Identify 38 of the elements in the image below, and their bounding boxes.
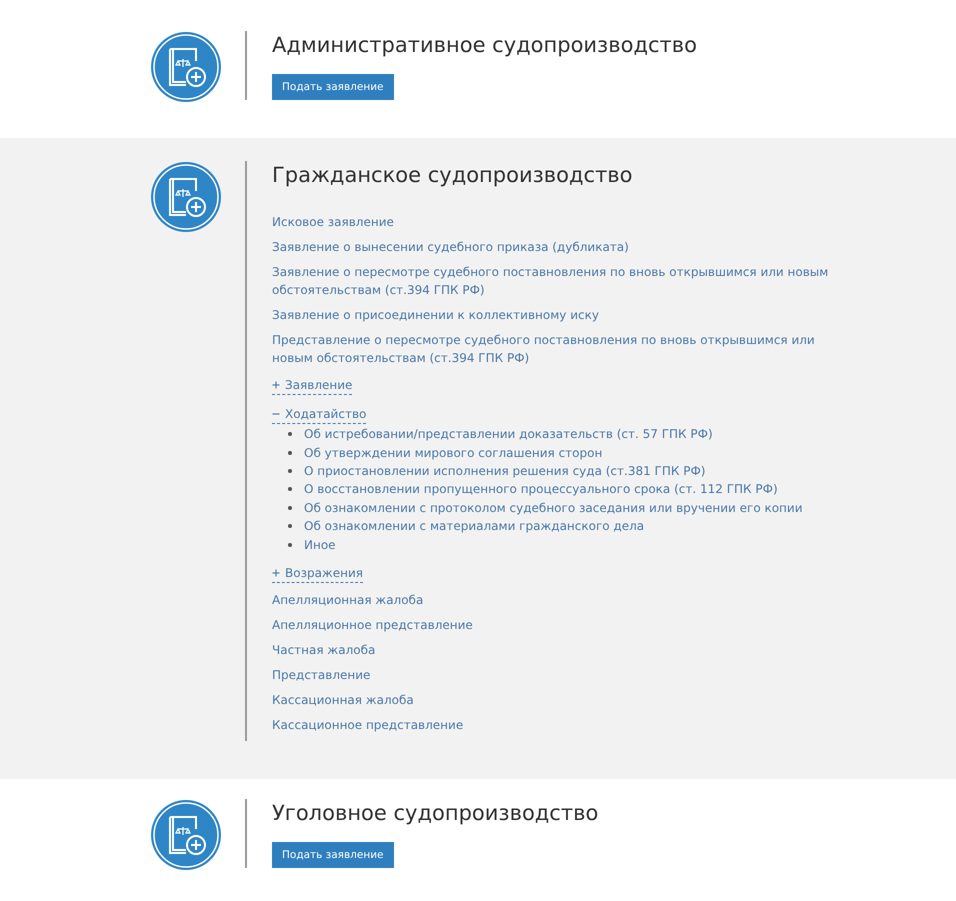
document-link[interactable]: Об ознакомлении с протоколом судебного заседания или вручении его копии	[304, 500, 803, 515]
document-link[interactable]: Представление	[272, 666, 370, 684]
bullet-icon	[288, 450, 292, 455]
document-link[interactable]: Заявление о пересмотре судебного поставновления по вновь открывшимся или новым обстоятельствам (ст.394 ГПК РФ)	[272, 263, 832, 299]
section-title: Гражданское судопроизводство	[272, 162, 634, 189]
bullet-icon	[288, 432, 292, 436]
document-link[interactable]: Кассационное представление	[272, 716, 464, 734]
expand-toggle[interactable]: Возражения	[272, 564, 363, 583]
document-link[interactable]: Об утверждении мирового соглашения сторон	[304, 446, 602, 460]
book-with-scales-icon	[150, 798, 222, 871]
bullet-icon	[288, 468, 292, 473]
document-link[interactable]: Иное	[304, 538, 336, 552]
section-title: Уголовное судопроизводство	[272, 800, 600, 827]
plus-icon	[272, 381, 280, 389]
plus-icon	[272, 568, 280, 577]
document-link[interactable]: Апелляционная жалоба	[272, 590, 424, 609]
bullet-icon	[288, 487, 292, 492]
document-link[interactable]: Об ознакомлении с материалами гражданского дела	[304, 519, 644, 534]
submit-button[interactable]: Подать заявление	[272, 842, 394, 868]
document-link[interactable]: Исковое заявление	[272, 213, 394, 231]
document-link[interactable]: Частная жалоба	[272, 640, 376, 659]
document-link[interactable]: Апелляционное представление	[272, 616, 473, 634]
bullet-icon	[288, 542, 292, 547]
book-with-scales-icon	[150, 161, 222, 233]
book-with-scales-icon	[150, 31, 222, 103]
document-link[interactable]: Заявление о присоединении к коллективному иску	[272, 306, 599, 324]
document-link[interactable]: Кассационная жалоба	[272, 690, 414, 709]
bullet-icon	[288, 506, 292, 510]
document-link[interactable]: Об истребовании/представлении доказательств (ст. 57 ГПК РФ)	[304, 427, 713, 442]
expand-toggle[interactable]: Заявление	[272, 377, 352, 395]
document-link[interactable]: Заявление о вынесении судебного приказа (дубликата)	[272, 238, 629, 256]
document-link[interactable]: О восстановлении пропущенного процессуального срока (ст. 112 ГПК РФ)	[304, 482, 778, 496]
submit-button[interactable]: Подать заявление	[272, 74, 394, 100]
document-link[interactable]: О приостановлении исполнения решения суда (ст.381 ГПК РФ)	[304, 464, 706, 478]
bullet-icon	[288, 524, 292, 528]
section-title: Административное судопроизводство	[272, 32, 698, 59]
document-link[interactable]: Представление о пересмотре судебного поставновления по вновь открывшимся или новым обстоятельствам (ст.394 ГПК РФ)	[272, 331, 832, 367]
expand-toggle[interactable]: Ходатайство	[272, 406, 366, 424]
